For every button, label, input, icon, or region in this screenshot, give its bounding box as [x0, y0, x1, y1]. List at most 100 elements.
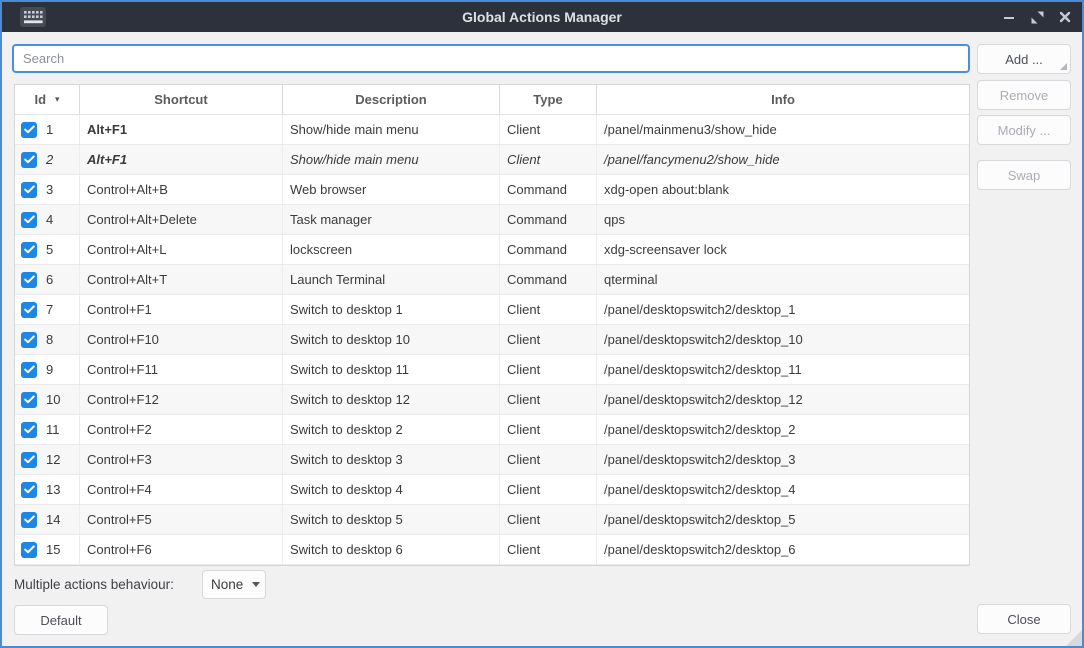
- cell-type: Client: [499, 415, 596, 444]
- column-header-info[interactable]: Info: [596, 85, 969, 114]
- resize-grip[interactable]: [1066, 630, 1082, 646]
- cell-id-text: 8: [46, 332, 53, 347]
- table-row[interactable]: 12 Control+F3 Switch to desktop 3 Client…: [15, 445, 969, 475]
- row-checkbox[interactable]: [21, 422, 37, 438]
- cell-info: /panel/desktopswitch2/desktop_1: [596, 295, 969, 324]
- restore-icon[interactable]: [1030, 10, 1044, 24]
- check-icon: [24, 455, 35, 464]
- check-icon: [24, 305, 35, 314]
- cell-description: Task manager: [282, 205, 499, 234]
- swap-button[interactable]: Swap: [977, 160, 1071, 190]
- column-header-shortcut[interactable]: Shortcut: [79, 85, 282, 114]
- cell-type: Client: [499, 535, 596, 564]
- table-row[interactable]: 15 Control+F6 Switch to desktop 6 Client…: [15, 535, 969, 565]
- default-button[interactable]: Default: [14, 605, 108, 635]
- cell-id: 4: [15, 205, 79, 234]
- cell-id-text: 15: [46, 542, 60, 557]
- column-header-type[interactable]: Type: [499, 85, 596, 114]
- remove-button-label: Remove: [1000, 88, 1048, 103]
- cell-id: 2: [15, 145, 79, 174]
- table-row[interactable]: 7 Control+F1 Switch to desktop 1 Client …: [15, 295, 969, 325]
- cell-type: Client: [499, 385, 596, 414]
- table-row[interactable]: 13 Control+F4 Switch to desktop 4 Client…: [15, 475, 969, 505]
- check-icon: [24, 185, 35, 194]
- check-icon: [24, 365, 35, 374]
- menu-indicator-icon: [1060, 63, 1067, 70]
- table-row[interactable]: 3 Control+Alt+B Web browser Command xdg-…: [15, 175, 969, 205]
- check-icon: [24, 425, 35, 434]
- cell-description: Launch Terminal: [282, 265, 499, 294]
- cell-type: Client: [499, 115, 596, 144]
- cell-shortcut: Control+F6: [79, 535, 282, 564]
- cell-info: xdg-open about:blank: [596, 175, 969, 204]
- row-checkbox[interactable]: [21, 482, 37, 498]
- table-row[interactable]: 4 Control+Alt+Delete Task manager Comman…: [15, 205, 969, 235]
- remove-button[interactable]: Remove: [977, 80, 1071, 110]
- cell-info: /panel/desktopswitch2/desktop_10: [596, 325, 969, 354]
- cell-description: Switch to desktop 3: [282, 445, 499, 474]
- cell-description: Switch to desktop 6: [282, 535, 499, 564]
- cell-description: Show/hide main menu: [282, 115, 499, 144]
- cell-id-text: 14: [46, 512, 60, 527]
- close-button[interactable]: Close: [977, 604, 1071, 634]
- cell-description: Web browser: [282, 175, 499, 204]
- table-row[interactable]: 9 Control+F11 Switch to desktop 11 Clien…: [15, 355, 969, 385]
- row-checkbox[interactable]: [21, 122, 37, 138]
- cell-shortcut: Alt+F1: [79, 145, 282, 174]
- cell-id: 12: [15, 445, 79, 474]
- row-checkbox[interactable]: [21, 182, 37, 198]
- check-icon: [24, 515, 35, 524]
- modify-button[interactable]: Modify ...: [977, 115, 1071, 145]
- table-row[interactable]: 10 Control+F12 Switch to desktop 12 Clie…: [15, 385, 969, 415]
- cell-info: xdg-screensaver lock: [596, 235, 969, 264]
- cell-id: 3: [15, 175, 79, 204]
- cell-id: 11: [15, 415, 79, 444]
- cell-id: 1: [15, 115, 79, 144]
- table-row[interactable]: 2 Alt+F1 Show/hide main menu Client /pan…: [15, 145, 969, 175]
- row-checkbox[interactable]: [21, 212, 37, 228]
- row-checkbox[interactable]: [21, 392, 37, 408]
- cell-info: /panel/mainmenu3/show_hide: [596, 115, 969, 144]
- table-row[interactable]: 6 Control+Alt+T Launch Terminal Command …: [15, 265, 969, 295]
- cell-id-text: 4: [46, 212, 53, 227]
- row-checkbox[interactable]: [21, 242, 37, 258]
- close-button-label: Close: [1007, 612, 1040, 627]
- row-checkbox[interactable]: [21, 272, 37, 288]
- cell-info: /panel/desktopswitch2/desktop_12: [596, 385, 969, 414]
- cell-id: 7: [15, 295, 79, 324]
- row-checkbox[interactable]: [21, 362, 37, 378]
- add-button[interactable]: Add ...: [977, 44, 1071, 74]
- column-header-description[interactable]: Description: [282, 85, 499, 114]
- cell-description: Switch to desktop 11: [282, 355, 499, 384]
- sort-down-icon: ▾: [55, 94, 60, 105]
- row-checkbox[interactable]: [21, 542, 37, 558]
- table-row[interactable]: 11 Control+F2 Switch to desktop 2 Client…: [15, 415, 969, 445]
- cell-id-text: 2: [46, 152, 53, 167]
- row-checkbox[interactable]: [21, 512, 37, 528]
- minimize-icon[interactable]: [1002, 10, 1016, 24]
- column-header-id[interactable]: Id ▾: [15, 85, 79, 114]
- multiple-actions-combobox[interactable]: None: [202, 570, 266, 599]
- cell-id: 10: [15, 385, 79, 414]
- row-checkbox[interactable]: [21, 152, 37, 168]
- table-row[interactable]: 5 Control+Alt+L lockscreen Command xdg-s…: [15, 235, 969, 265]
- cell-shortcut: Control+F12: [79, 385, 282, 414]
- row-checkbox[interactable]: [21, 302, 37, 318]
- check-icon: [24, 245, 35, 254]
- check-icon: [24, 395, 35, 404]
- add-button-label: Add ...: [1005, 52, 1043, 67]
- shortcuts-table: Id ▾ Shortcut Description Type Info 1 Al…: [14, 84, 970, 566]
- cell-info: /panel/desktopswitch2/desktop_11: [596, 355, 969, 384]
- cell-id-text: 3: [46, 182, 53, 197]
- table-row[interactable]: 1 Alt+F1 Show/hide main menu Client /pan…: [15, 115, 969, 145]
- row-checkbox[interactable]: [21, 332, 37, 348]
- cell-shortcut: Control+F11: [79, 355, 282, 384]
- row-checkbox[interactable]: [21, 452, 37, 468]
- window-title: Global Actions Manager: [2, 2, 1082, 32]
- cell-id-text: 1: [46, 122, 53, 137]
- close-icon[interactable]: [1058, 10, 1072, 24]
- search-input[interactable]: [12, 44, 970, 73]
- cell-info: /panel/fancymenu2/show_hide: [596, 145, 969, 174]
- table-row[interactable]: 8 Control+F10 Switch to desktop 10 Clien…: [15, 325, 969, 355]
- table-row[interactable]: 14 Control+F5 Switch to desktop 5 Client…: [15, 505, 969, 535]
